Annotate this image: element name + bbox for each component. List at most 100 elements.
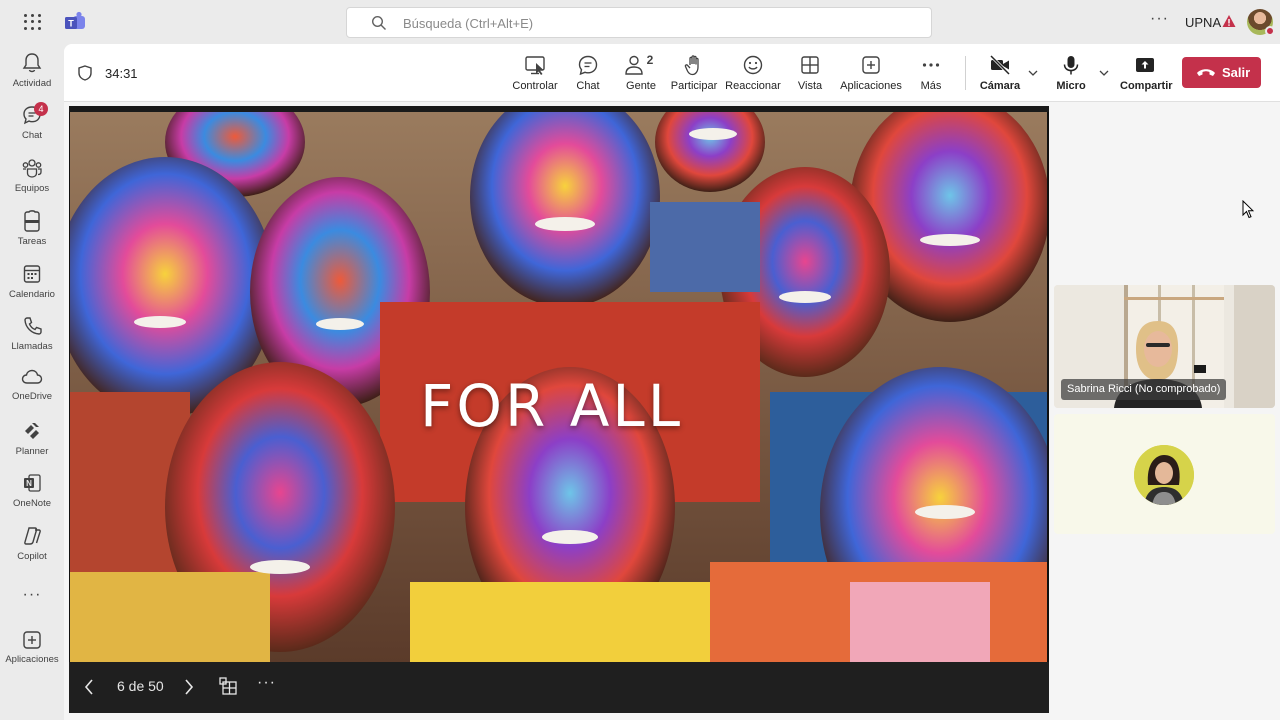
rail-item-onedrive[interactable]: OneDrive bbox=[0, 367, 64, 415]
search-box[interactable]: Búsqueda (Ctrl+Alt+E) bbox=[346, 7, 932, 38]
mic-label: Micro bbox=[1056, 80, 1086, 92]
rail-item-aplicaciones[interactable]: Aplicaciones bbox=[0, 630, 64, 678]
more-apps-icon[interactable]: ··· bbox=[0, 586, 64, 604]
chat-label: Chat bbox=[576, 80, 600, 92]
bell-icon bbox=[22, 53, 42, 73]
rail-label: OneNote bbox=[12, 498, 52, 509]
rail-item-chat[interactable]: 4 Chat bbox=[0, 102, 64, 152]
raise-hand-icon bbox=[684, 55, 699, 76]
presence-busy-icon bbox=[1265, 26, 1275, 36]
rail-item-tareas[interactable]: Tareas bbox=[0, 210, 64, 258]
teams-icon bbox=[22, 159, 42, 178]
view-button[interactable]: Vista bbox=[794, 54, 826, 98]
avatar bbox=[1134, 445, 1194, 505]
leave-button[interactable]: Salir bbox=[1182, 57, 1261, 88]
rail-item-copilot[interactable]: Copilot bbox=[0, 525, 64, 573]
svg-text:T: T bbox=[68, 19, 74, 29]
cloud-icon bbox=[21, 369, 43, 384]
meeting-toolbar: 34:31 Controlar Chat 2 Gente Participar … bbox=[64, 44, 1280, 102]
next-slide-icon[interactable] bbox=[183, 678, 195, 696]
chat-icon bbox=[578, 55, 598, 76]
apps-button[interactable]: Aplicaciones bbox=[839, 54, 903, 98]
participant-tile-avatar[interactable] bbox=[1054, 414, 1275, 534]
rail-item-planner[interactable]: Planner bbox=[0, 420, 64, 468]
more-button[interactable]: Más bbox=[916, 54, 946, 98]
top-bar: T Búsqueda (Ctrl+Alt+E) ··· UPNA bbox=[0, 0, 1280, 44]
camera-label: Cámara bbox=[979, 80, 1021, 92]
rail-item-actividad[interactable]: Actividad bbox=[0, 52, 64, 100]
control-label: Controlar bbox=[512, 80, 558, 92]
people-count: 2 bbox=[647, 54, 654, 67]
toolbar-divider bbox=[965, 56, 966, 90]
rail-label: Aplicaciones bbox=[5, 654, 59, 665]
camera-button[interactable]: Cámara bbox=[978, 54, 1022, 98]
warning-icon[interactable] bbox=[1222, 14, 1236, 28]
people-icon: 2 bbox=[625, 54, 654, 75]
rail-label: Equipos bbox=[14, 183, 50, 194]
hang-up-icon bbox=[1197, 69, 1215, 76]
planner-icon bbox=[25, 423, 39, 439]
share-icon bbox=[1136, 58, 1154, 72]
rail-label: Calendario bbox=[9, 289, 55, 300]
participant-name: Sabrina Ricci (No comprobado) bbox=[1061, 379, 1227, 400]
svg-text:N: N bbox=[26, 479, 32, 488]
add-apps-icon bbox=[23, 631, 41, 649]
rail-label: Actividad bbox=[12, 78, 52, 89]
raise-hand-label: Participar bbox=[670, 80, 718, 92]
calendar-icon bbox=[23, 265, 41, 283]
more-options-icon[interactable]: ··· bbox=[1150, 10, 1169, 28]
avatar[interactable] bbox=[1247, 9, 1275, 36]
app-rail: Actividad 4 Chat Equipos Tareas Calendar… bbox=[0, 44, 64, 720]
emoji-icon bbox=[743, 55, 763, 75]
share-label: Compartir bbox=[1120, 80, 1173, 92]
rail-label: OneDrive bbox=[11, 391, 53, 402]
rail-item-llamadas[interactable]: Llamadas bbox=[0, 315, 64, 363]
more-label: Más bbox=[920, 80, 942, 92]
more-icon bbox=[922, 63, 940, 67]
rail-item-onenote[interactable]: N OneNote bbox=[0, 472, 64, 520]
react-button[interactable]: Reaccionar bbox=[724, 54, 782, 98]
camera-off-icon bbox=[989, 54, 1011, 76]
view-label: Vista bbox=[797, 80, 823, 92]
slide-photo: FOR ALL bbox=[70, 112, 1047, 662]
control-button[interactable]: Controlar bbox=[510, 54, 560, 98]
chevron-down-icon[interactable] bbox=[1028, 70, 1038, 76]
slide-grid-icon[interactable] bbox=[219, 677, 237, 695]
rail-item-calendario[interactable]: Calendario bbox=[0, 263, 64, 311]
apps-label: Aplicaciones bbox=[840, 80, 902, 92]
react-label: Reaccionar bbox=[725, 80, 781, 92]
participant-tile-video[interactable]: Sabrina Ricci (No comprobado) bbox=[1054, 285, 1275, 408]
people-button[interactable]: 2 Gente bbox=[622, 54, 660, 98]
phone-icon bbox=[24, 317, 42, 335]
control-icon bbox=[525, 56, 545, 75]
slide-controls: 6 de 50 ··· bbox=[69, 662, 1049, 713]
rail-item-equipos[interactable]: Equipos bbox=[0, 157, 64, 205]
rail-label: Copilot bbox=[17, 551, 47, 562]
people-label: Gente bbox=[626, 80, 656, 92]
mouse-cursor-icon bbox=[1242, 200, 1254, 219]
rail-label: Tareas bbox=[17, 236, 47, 247]
view-icon bbox=[801, 56, 819, 74]
onenote-icon: N bbox=[24, 474, 41, 492]
search-placeholder: Búsqueda (Ctrl+Alt+E) bbox=[403, 16, 534, 31]
org-name[interactable]: UPNA bbox=[1185, 15, 1221, 30]
share-button[interactable]: Compartir bbox=[1120, 54, 1173, 98]
rail-label: Chat bbox=[21, 130, 43, 141]
tasks-icon bbox=[24, 210, 40, 232]
previous-slide-icon[interactable] bbox=[83, 678, 95, 696]
app-launcher-icon[interactable] bbox=[22, 12, 42, 32]
shared-content: FOR ALL 6 de 50 ··· bbox=[69, 106, 1049, 713]
chat-button[interactable]: Chat bbox=[570, 54, 606, 98]
search-icon bbox=[371, 15, 386, 30]
mic-icon bbox=[1063, 56, 1079, 75]
add-apps-icon bbox=[862, 56, 880, 74]
copilot-icon bbox=[24, 527, 41, 545]
meeting-window: 34:31 Controlar Chat 2 Gente Participar … bbox=[64, 44, 1280, 720]
slide-more-icon[interactable]: ··· bbox=[257, 674, 276, 692]
raise-hand-button[interactable]: Participar bbox=[670, 54, 718, 98]
rail-label: Llamadas bbox=[11, 341, 53, 352]
mic-button[interactable]: Micro bbox=[1054, 54, 1088, 98]
shield-icon[interactable] bbox=[78, 65, 92, 81]
chevron-down-icon[interactable] bbox=[1099, 70, 1109, 76]
slide-title: FOR ALL bbox=[419, 372, 684, 440]
